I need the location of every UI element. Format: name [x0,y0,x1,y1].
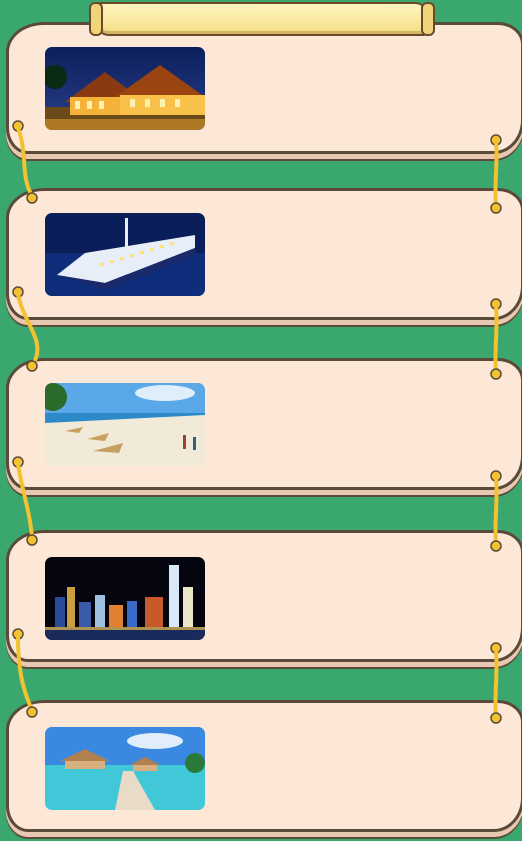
temple-photo[interactable] [45,47,205,130]
title-scroll-banner [89,2,435,36]
rope-connector-left-4 [12,628,38,718]
destination-card-1[interactable] [6,22,522,154]
rope-connector-left-1 [12,120,38,204]
destination-card-4[interactable] [6,530,522,662]
rope-connector-right-1 [490,134,502,214]
destination-card-2[interactable] [6,188,522,320]
rope-connector-left-3 [12,456,38,546]
destination-card-5[interactable] [6,700,522,832]
skyline-photo[interactable] [45,557,205,640]
rope-connector-right-2 [490,298,502,380]
destination-card-3[interactable] [6,358,522,490]
rope-connector-left-2 [12,286,40,372]
bungalow-photo[interactable] [45,727,205,810]
cruise-photo[interactable] [45,213,205,296]
rope-connector-right-4 [490,642,502,724]
rope-connector-right-3 [490,470,502,552]
beach-photo[interactable] [45,383,205,466]
